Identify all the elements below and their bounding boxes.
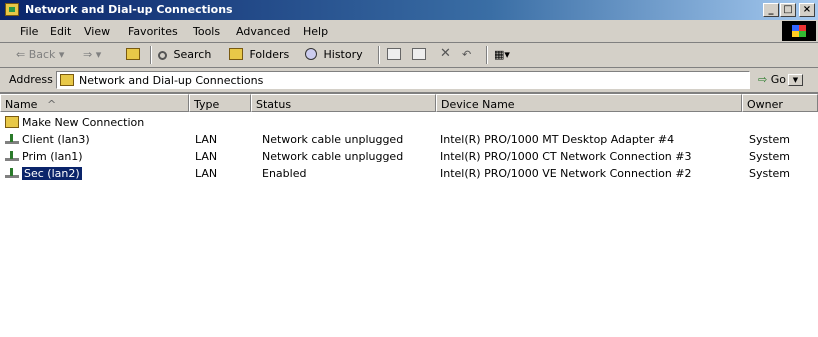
connection-status: Network cable unplugged (262, 133, 404, 146)
column-header-device-name[interactable]: Device Name (436, 94, 742, 112)
up-folder-icon (126, 48, 140, 60)
sort-ascending-icon: ^ (46, 98, 57, 111)
connection-type: LAN (195, 150, 218, 163)
connection-status: Network cable unplugged (262, 150, 404, 163)
windows-logo-icon (782, 21, 816, 41)
new-connection-wizard-icon (5, 116, 19, 128)
toolbar-separator (378, 46, 380, 64)
back-arrow-icon: ⇐ (16, 48, 26, 61)
menu-advanced[interactable]: Advanced (236, 25, 290, 38)
lan-connection-icon (5, 151, 19, 162)
address-value: Network and Dial-up Connections (79, 74, 264, 87)
menu-view[interactable]: View (84, 25, 110, 38)
views-button[interactable]: ▦▾ (494, 48, 510, 61)
connection-name-selected: Sec (lan2) (22, 167, 82, 180)
copy-to-button[interactable] (412, 48, 429, 61)
device-name: Intel(R) PRO/1000 VE Network Connection … (440, 167, 692, 180)
list-item-make-new-connection[interactable]: Make New Connection (0, 114, 818, 130)
table-row[interactable]: Client (lan3) LAN Network cable unplugge… (0, 131, 818, 147)
toolbar-separator (486, 46, 488, 64)
lan-connection-icon (5, 168, 19, 179)
connection-status: Enabled (262, 167, 307, 180)
connection-name: Make New Connection (22, 116, 145, 129)
network-folder-icon (60, 74, 74, 86)
copy-to-icon (412, 48, 426, 60)
network-folder-icon (5, 3, 19, 16)
move-to-icon (387, 48, 401, 60)
forward-arrow-icon: ⇒ (83, 48, 93, 61)
lan-connection-icon (5, 134, 19, 145)
views-icon: ▦▾ (494, 48, 510, 61)
address-bar: Address Network and Dial-up Connections … (0, 68, 818, 93)
delete-x-icon: ✕ (440, 46, 451, 61)
undo-button[interactable]: ↶ (462, 48, 471, 61)
connection-name: Client (lan3) (22, 133, 90, 146)
address-dropdown-button[interactable]: ▼ (788, 74, 803, 86)
standard-toolbar: ⇐ Back ▾ ⇒ ▾ Search Folders History ✕ ↶ … (0, 43, 818, 68)
go-arrow-icon: ⇨ (758, 73, 768, 86)
column-header-status[interactable]: Status (251, 94, 436, 112)
column-header-owner[interactable]: Owner (742, 94, 818, 112)
address-input[interactable]: Network and Dial-up Connections ▼ (56, 71, 803, 89)
maximize-button[interactable]: □ (780, 3, 796, 17)
go-button[interactable]: ⇨ Go (758, 73, 786, 86)
close-button[interactable]: × (799, 3, 815, 17)
column-header-type[interactable]: Type (189, 94, 251, 112)
owner: System (749, 133, 791, 146)
owner: System (749, 167, 791, 180)
history-clock-icon (305, 48, 317, 60)
menu-favorites[interactable]: Favorites (128, 25, 178, 38)
move-to-button[interactable] (387, 48, 404, 61)
delete-button[interactable]: ✕ (440, 46, 451, 61)
column-header-name[interactable]: Name ^ (0, 94, 189, 112)
connection-type: LAN (195, 133, 218, 146)
table-row[interactable]: Prim (lan1) LAN Network cable unplugged … (0, 148, 818, 164)
owner: System (749, 150, 791, 163)
device-name: Intel(R) PRO/1000 CT Network Connection … (440, 150, 692, 163)
search-button[interactable]: Search (158, 48, 211, 61)
folders-button[interactable]: Folders (229, 48, 289, 61)
menu-help[interactable]: Help (303, 25, 328, 38)
up-folder-button[interactable] (126, 48, 143, 61)
toolbar-separator (150, 46, 152, 64)
forward-button[interactable]: ⇒ ▾ (83, 48, 101, 61)
folders-icon (229, 48, 243, 60)
address-label: Address (9, 73, 53, 86)
back-button[interactable]: ⇐ Back ▾ (16, 48, 64, 61)
connection-name: Prim (lan1) (22, 150, 83, 163)
history-button[interactable]: History (305, 48, 363, 61)
connection-type: LAN (195, 167, 218, 180)
menu-edit[interactable]: Edit (50, 25, 71, 38)
title-bar: Network and Dial-up Connections _ □ × (0, 0, 818, 20)
menu-tools[interactable]: Tools (193, 25, 220, 38)
window-title: Network and Dial-up Connections (25, 3, 233, 16)
connections-list: Name ^ Type Status Device Name Owner Mak… (0, 93, 818, 337)
device-name: Intel(R) PRO/1000 MT Desktop Adapter #4 (440, 133, 675, 146)
menu-bar: File Edit View Favorites Tools Advanced … (0, 20, 818, 43)
menu-file[interactable]: File (20, 25, 38, 38)
search-icon (158, 51, 167, 60)
undo-icon: ↶ (462, 48, 472, 61)
table-row[interactable]: Sec (lan2) LAN Enabled Intel(R) PRO/1000… (0, 165, 818, 181)
minimize-button[interactable]: _ (763, 3, 779, 17)
